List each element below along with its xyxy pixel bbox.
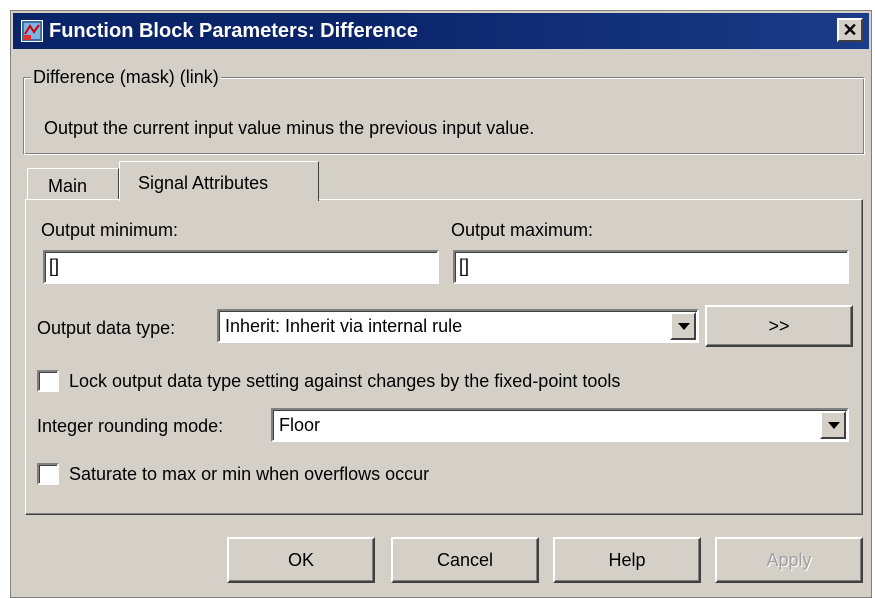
- tab-signal-attributes[interactable]: Signal Attributes: [119, 161, 319, 201]
- dialog-window: Function Block Parameters: Difference ✕ …: [10, 10, 872, 598]
- lock-data-type-label: Lock output data type setting against ch…: [69, 371, 621, 391]
- apply-button[interactable]: Apply: [715, 537, 863, 583]
- simulink-block-icon: [21, 20, 43, 42]
- output-data-type-value: Inherit: Inherit via internal rule: [225, 316, 463, 336]
- close-icon: ✕: [842, 20, 858, 40]
- data-type-assistant-button[interactable]: >>: [705, 305, 853, 347]
- help-button[interactable]: Help: [553, 537, 701, 583]
- description-group: [23, 77, 865, 155]
- output-data-type-select[interactable]: Inherit: Inherit via internal rule: [217, 309, 699, 343]
- output-minimum-input[interactable]: []: [43, 250, 439, 284]
- cancel-button[interactable]: Cancel: [391, 537, 539, 583]
- integer-rounding-select[interactable]: Floor: [271, 408, 849, 442]
- output-maximum-label: Output maximum:: [451, 220, 594, 240]
- output-data-type-label: Output data type:: [37, 318, 176, 338]
- ok-button[interactable]: OK: [227, 537, 375, 583]
- chevron-down-icon[interactable]: [820, 411, 846, 439]
- lock-data-type-checkbox[interactable]: [37, 370, 59, 392]
- close-button[interactable]: ✕: [837, 18, 863, 42]
- output-maximum-input[interactable]: []: [453, 250, 849, 284]
- window-title: Function Block Parameters: Difference: [49, 20, 418, 42]
- chevron-down-icon[interactable]: [670, 312, 696, 340]
- tab-main-label: Main: [48, 176, 88, 196]
- tab-main[interactable]: Main: [27, 168, 119, 200]
- title-bar[interactable]: Function Block Parameters: Difference ✕: [13, 13, 869, 49]
- saturate-label: Saturate to max or min when overflows oc…: [69, 464, 430, 484]
- output-minimum-label: Output minimum:: [41, 220, 179, 240]
- block-description: Output the current input value minus the…: [44, 118, 535, 138]
- tab-signal-attributes-label: Signal Attributes: [138, 173, 269, 193]
- saturate-checkbox[interactable]: [37, 463, 59, 485]
- group-legend: Difference (mask) (link): [31, 66, 221, 88]
- integer-rounding-value: Floor: [279, 415, 321, 435]
- integer-rounding-label: Integer rounding mode:: [37, 416, 224, 436]
